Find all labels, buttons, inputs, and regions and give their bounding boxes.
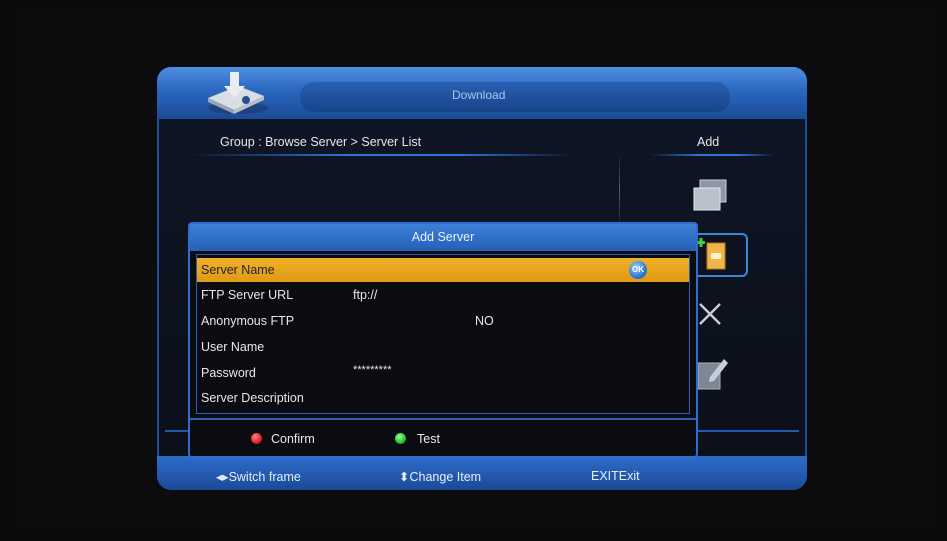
field-password[interactable]: Password *********: [197, 361, 689, 385]
add-server-icon[interactable]: [693, 233, 748, 277]
green-key-icon: [395, 433, 406, 444]
field-ftp-server-url[interactable]: FTP Server URL ftp://: [197, 283, 689, 307]
field-user-name[interactable]: User Name: [197, 335, 689, 359]
left-right-arrows-icon: ◂▸: [216, 470, 229, 484]
switch-frame-hint: ◂▸Switch frame: [216, 469, 301, 484]
delete-icon[interactable]: [696, 300, 724, 328]
field-value: NO: [475, 314, 494, 328]
field-label: Server Description: [201, 391, 304, 405]
exit-key: EXIT: [591, 469, 619, 483]
download-app-icon: [208, 72, 268, 114]
field-anonymous-ftp[interactable]: Anonymous FTP NO: [197, 309, 689, 333]
ok-icon[interactable]: OK: [629, 261, 647, 279]
field-server-name[interactable]: Server Name OK: [197, 258, 689, 282]
title-bar-inner: [300, 82, 730, 112]
window-title: Download: [452, 88, 506, 102]
breadcrumb: Group : Browse Server > Server List: [220, 135, 422, 149]
field-value: ftp://: [353, 288, 378, 302]
field-label: Server Name: [201, 263, 275, 277]
exit-hint: EXITExit: [591, 469, 640, 483]
test-button[interactable]: Test: [417, 432, 440, 446]
field-label: User Name: [201, 340, 265, 354]
servers-icon[interactable]: [692, 178, 728, 214]
breadcrumb-underline: [190, 154, 575, 156]
field-value: *********: [353, 364, 392, 376]
change-item-hint: ⬍Change Item: [399, 469, 481, 484]
side-panel-underline: [650, 154, 775, 156]
field-server-description[interactable]: Server Description: [197, 386, 689, 410]
red-key-icon: [251, 433, 262, 444]
dialog-title: Add Server: [190, 224, 696, 251]
field-label: Anonymous FTP: [201, 314, 295, 328]
exit-label: Exit: [618, 469, 640, 483]
field-label: Password: [201, 366, 256, 380]
field-label: FTP Server URL: [201, 288, 294, 302]
confirm-button[interactable]: Confirm: [271, 432, 315, 446]
side-panel-header: Add: [697, 135, 720, 149]
dialog-footer-divider: [190, 418, 696, 420]
change-item-label: Change Item: [409, 470, 482, 484]
edit-icon[interactable]: [694, 355, 728, 391]
up-down-arrows-icon: ⬍: [399, 470, 410, 484]
switch-frame-label: Switch frame: [228, 470, 301, 484]
panel-divider: [619, 155, 620, 225]
